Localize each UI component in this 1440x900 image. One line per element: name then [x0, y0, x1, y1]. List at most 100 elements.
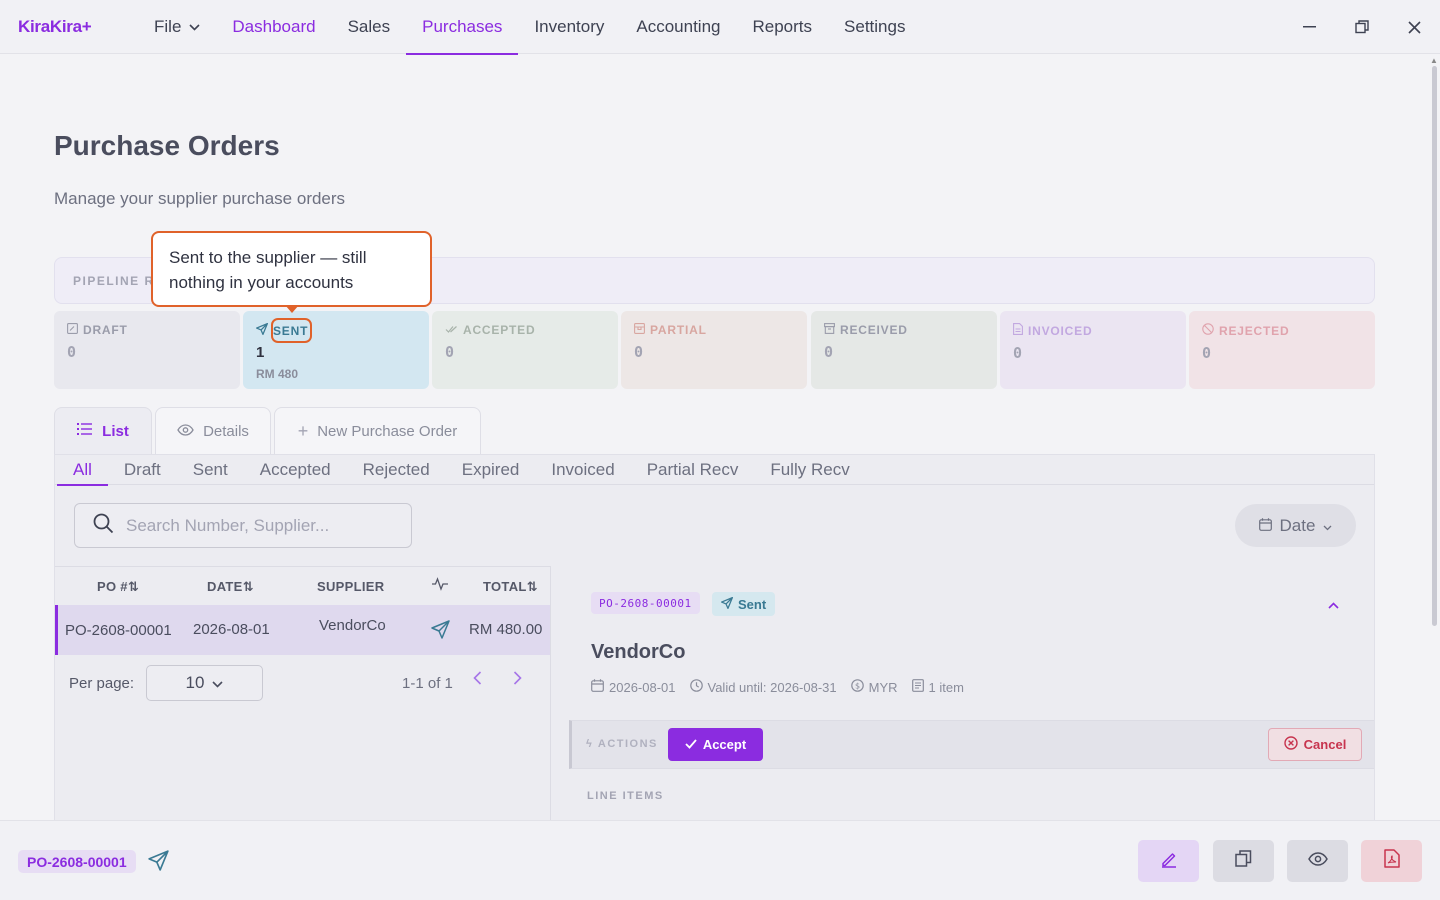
nav-file-label: File	[154, 17, 182, 36]
per-page-value: 10	[185, 673, 205, 692]
pipeline-stage-partial[interactable]: PARTIAL 0	[621, 311, 807, 389]
status-badge: Sent	[712, 592, 776, 616]
close-icon[interactable]	[1401, 14, 1427, 40]
tab-new-label: New Purchase Order	[317, 422, 458, 440]
column-header-supplier[interactable]: SUPPLIER	[317, 579, 384, 594]
table-row[interactable]: PO-2608-00001 2026-08-01 VendorCo RM 480…	[55, 605, 550, 655]
chevron-up-icon[interactable]	[1328, 596, 1339, 612]
nav-file-menu[interactable]: File	[138, 0, 216, 54]
per-page-select[interactable]: 10	[146, 665, 263, 701]
restore-icon[interactable]	[1349, 14, 1375, 40]
row-total: RM 480.00	[469, 621, 543, 638]
calendar-icon	[1258, 516, 1272, 536]
filter-tab-rejected[interactable]: Rejected	[347, 455, 446, 485]
meta-currency: $ MYR	[850, 679, 898, 695]
tab-new-purchase-order[interactable]: + New Purchase Order	[274, 407, 481, 454]
filter-tab-sent[interactable]: Sent	[177, 455, 244, 485]
box-icon	[634, 323, 645, 337]
stage-label: REJECTED	[1202, 323, 1362, 338]
stage-count: 0	[824, 343, 834, 361]
stage-count: 1	[256, 344, 265, 361]
accept-button-label: Accept	[702, 737, 747, 752]
nav-purchases[interactable]: Purchases	[406, 0, 519, 55]
send-icon	[256, 323, 268, 338]
pipeline-stage-invoiced[interactable]: INVOICED 0	[1000, 311, 1186, 389]
calendar-icon	[591, 679, 604, 695]
status-filter-tabs: All Draft Sent Accepted Rejected Expired Invoi…	[55, 455, 1374, 486]
sort-icon: ⇅	[127, 579, 140, 594]
row-po-number: PO-2608-00001	[65, 622, 172, 639]
stage-label-text: INVOICED	[1028, 323, 1093, 338]
filter-tab-invoiced[interactable]: Invoiced	[535, 455, 630, 485]
send-icon	[148, 850, 169, 876]
app-logo: KiraKira+	[18, 17, 92, 36]
filter-tab-expired[interactable]: Expired	[446, 455, 536, 485]
line-items-label: LINE ITEMS	[587, 790, 664, 802]
po-detail-panel: PO-2608-00001 Sent VendorCo 2026-08-01 V…	[551, 566, 1374, 835]
tab-list-label: List	[102, 422, 129, 440]
cancel-button-label: Cancel	[1303, 737, 1347, 752]
filter-tab-all[interactable]: All	[57, 455, 108, 486]
stage-label: DRAFT	[67, 323, 227, 337]
po-number-badge: PO-2608-00001	[591, 592, 700, 614]
duplicate-button[interactable]	[1213, 840, 1274, 882]
pdf-icon	[1383, 849, 1400, 873]
column-header-po[interactable]: PO #⇅	[97, 579, 139, 595]
stage-label-text: ACCEPTED	[463, 323, 536, 337]
tooltip-line-2: nothing in your accounts	[169, 273, 354, 292]
search-box[interactable]	[74, 503, 412, 548]
accept-button[interactable]: Accept	[668, 728, 763, 761]
archive-icon	[824, 323, 835, 337]
scroll-up-icon[interactable]: ▲	[1430, 56, 1438, 65]
edit-button[interactable]	[1138, 840, 1199, 882]
actions-bar: ϟ ACTIONS Accept Cancel	[569, 720, 1374, 769]
pipeline-stage-accepted[interactable]: ACCEPTED 0	[432, 311, 618, 389]
nav-dashboard[interactable]: Dashboard	[216, 0, 331, 54]
tab-details[interactable]: Details	[155, 407, 271, 454]
filter-tab-fully-recv[interactable]: Fully Recv	[754, 455, 865, 485]
stage-label: PARTIAL	[634, 323, 794, 337]
pipeline-stage-received[interactable]: RECEIVED 0	[811, 311, 997, 389]
meta-items: 1 item	[911, 679, 964, 695]
edit-doc-icon	[67, 323, 78, 337]
column-header-date[interactable]: DATE⇅	[207, 579, 254, 595]
vertical-scrollbar[interactable]: ▲	[1430, 56, 1438, 820]
per-page-label: Per page:	[69, 675, 135, 692]
chevron-left-icon[interactable]	[473, 671, 482, 690]
nav-sales[interactable]: Sales	[332, 0, 407, 54]
scrollbar-thumb[interactable]	[1432, 66, 1437, 626]
date-filter-label: Date	[1279, 515, 1316, 535]
nav-inventory[interactable]: Inventory	[518, 0, 620, 54]
list-icon	[77, 422, 93, 440]
pipeline-stage-rejected[interactable]: REJECTED 0	[1189, 311, 1375, 389]
nav-reports[interactable]: Reports	[737, 0, 829, 54]
pdf-button[interactable]	[1361, 840, 1422, 882]
nav-settings[interactable]: Settings	[828, 0, 921, 54]
check-icon	[685, 737, 697, 752]
svg-text:$: $	[855, 681, 860, 690]
filter-tab-draft[interactable]: Draft	[108, 455, 177, 485]
stage-label-text: PARTIAL	[650, 323, 707, 337]
minimize-icon[interactable]	[1297, 14, 1323, 40]
pipeline-stage-draft[interactable]: DRAFT 0	[54, 311, 240, 389]
sort-icon: ⇅	[526, 579, 538, 594]
chevron-right-icon[interactable]	[513, 671, 522, 690]
column-header-total[interactable]: TOTAL⇅	[483, 579, 538, 595]
filter-tab-accepted[interactable]: Accepted	[244, 455, 347, 485]
stage-label-text: REJECTED	[1219, 323, 1290, 338]
tab-list[interactable]: List	[54, 407, 152, 454]
cancel-button[interactable]: Cancel	[1268, 728, 1362, 761]
top-bar: KiraKira+ File Dashboard Sales Purchases…	[0, 0, 1440, 55]
meta-date: 2026-08-01	[591, 679, 676, 695]
sort-icon: ⇅	[242, 579, 254, 594]
currency-icon: $	[850, 679, 864, 695]
nav-accounting[interactable]: Accounting	[620, 0, 736, 54]
stage-amount: RM 480	[256, 367, 299, 381]
activity-icon	[432, 577, 448, 594]
preview-button[interactable]	[1287, 840, 1348, 882]
search-input[interactable]	[126, 515, 386, 536]
filter-tab-partial-recv[interactable]: Partial Recv	[631, 455, 755, 485]
pencil-icon	[1160, 850, 1178, 873]
date-filter-button[interactable]: Date	[1235, 504, 1356, 547]
main-panel: All Draft Sent Accepted Rejected Expired Invoi…	[54, 454, 1375, 835]
